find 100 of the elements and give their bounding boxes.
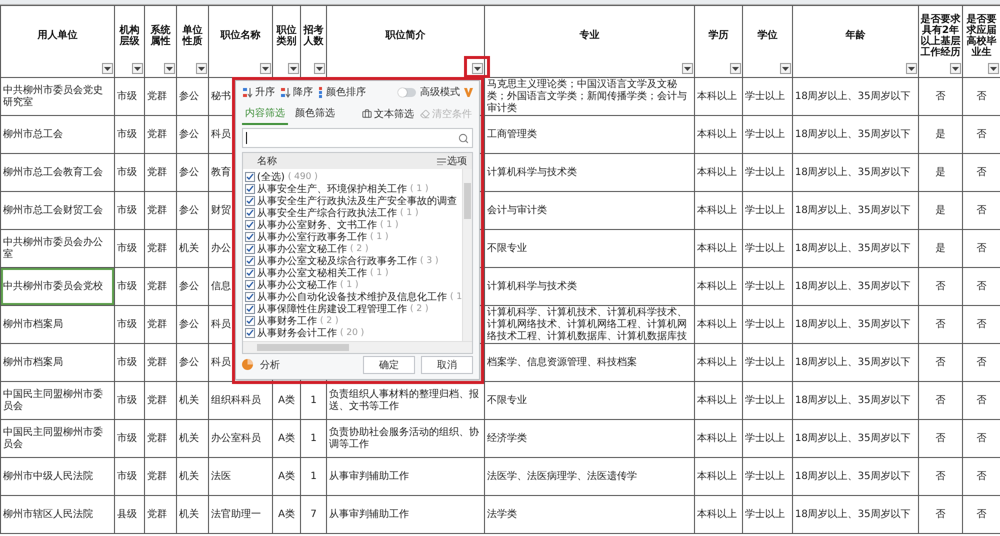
checkbox[interactable] xyxy=(245,292,255,302)
table-cell[interactable]: 是 xyxy=(918,116,962,154)
table-cell[interactable]: 本科以上 xyxy=(694,78,742,116)
table-cell[interactable]: 党群 xyxy=(144,230,176,268)
table-cell[interactable]: 党群 xyxy=(144,382,176,420)
table-cell[interactable]: 学士以上 xyxy=(742,420,792,458)
filter-option[interactable]: 从事安全生产综合行政执法工作 ( 1 ) xyxy=(243,207,462,219)
table-cell[interactable]: 机关 xyxy=(176,458,208,496)
table-cell[interactable]: 是 xyxy=(918,154,962,192)
table-cell[interactable]: 会计与审计类 xyxy=(484,192,694,230)
table-cell[interactable]: 学士以上 xyxy=(742,268,792,306)
table-cell[interactable]: 柳州市总工会财贸工会 xyxy=(0,192,114,230)
table-cell[interactable]: 7 xyxy=(300,496,326,534)
toggle-switch[interactable] xyxy=(398,88,416,96)
filter-dropdown-button[interactable] xyxy=(164,63,175,74)
table-cell[interactable]: 负责组织人事材料的整理归档、报送、文书等工作 xyxy=(326,382,484,420)
filter-dropdown-button[interactable] xyxy=(132,63,143,74)
table-cell[interactable]: 学士以上 xyxy=(742,116,792,154)
table-cell[interactable]: 党群 xyxy=(144,458,176,496)
search-field[interactable] xyxy=(242,128,473,148)
table-cell[interactable]: 机关 xyxy=(176,496,208,534)
table-cell[interactable]: 市级 xyxy=(114,78,144,116)
table-cell[interactable]: 学士以上 xyxy=(742,382,792,420)
filter-option[interactable]: 从事办公文秘工作 ( 1 ) xyxy=(243,279,462,291)
checkbox[interactable] xyxy=(245,232,255,242)
scrollbar[interactable] xyxy=(462,169,472,341)
table-cell[interactable]: 学士以上 xyxy=(742,230,792,268)
checkbox[interactable] xyxy=(245,328,255,338)
table-cell[interactable]: 18周岁以上、35周岁以下 xyxy=(792,154,918,192)
table-cell[interactable]: 本科以上 xyxy=(694,382,742,420)
table-cell[interactable]: 18周岁以上、35周岁以下 xyxy=(792,116,918,154)
sort-button[interactable]: 升序 xyxy=(242,85,276,99)
table-cell[interactable]: 否 xyxy=(918,344,962,382)
filter-tab[interactable]: 内容筛选 xyxy=(242,103,288,125)
table-cell[interactable]: 否 xyxy=(918,306,962,344)
dialog-button[interactable]: 确定 xyxy=(363,356,415,374)
table-cell[interactable]: 党群 xyxy=(144,420,176,458)
table-cell[interactable]: 县级 xyxy=(114,496,144,534)
table-cell[interactable]: 中国民主同盟柳州市委员会 xyxy=(0,420,114,458)
table-cell[interactable]: 从事审判辅助工作 xyxy=(326,458,484,496)
table-cell[interactable]: 党群 xyxy=(144,344,176,382)
table-cell[interactable]: 党群 xyxy=(144,268,176,306)
filter-dropdown-button[interactable] xyxy=(950,63,961,74)
table-cell[interactable]: 学士以上 xyxy=(742,192,792,230)
filter-option[interactable]: 从事办公室文秘相关工作 ( 1 ) xyxy=(243,267,462,279)
table-cell[interactable]: 18周岁以上、35周岁以下 xyxy=(792,382,918,420)
table-cell[interactable]: 党群 xyxy=(144,192,176,230)
table-cell[interactable]: 机关 xyxy=(176,230,208,268)
filter-dropdown-button[interactable] xyxy=(196,63,207,74)
table-cell[interactable]: 是 xyxy=(918,230,962,268)
table-cell[interactable]: 市级 xyxy=(114,344,144,382)
checkbox[interactable] xyxy=(245,268,255,278)
table-cell[interactable]: 计算机科学、计算机技术、计算机科学技术、计算机网络技术、计算机网络工程、计算机网络技术工程、计算机数据库、计算机数据库技 xyxy=(484,306,694,344)
table-cell[interactable]: 否 xyxy=(918,382,962,420)
filter-dropdown-button[interactable] xyxy=(780,63,791,74)
table-cell[interactable]: 学士以上 xyxy=(742,306,792,344)
table-cell[interactable]: 本科以上 xyxy=(694,496,742,534)
filter-option[interactable]: 从事安全生产行政执法及生产安全事故的调查 xyxy=(243,195,462,207)
table-cell[interactable]: 本科以上 xyxy=(694,306,742,344)
table-cell[interactable]: 柳州市辖区人民法院 xyxy=(0,496,114,534)
filter-dropdown-button[interactable] xyxy=(288,63,299,74)
table-cell[interactable]: 学士以上 xyxy=(742,344,792,382)
table-cell[interactable]: 经济学类 xyxy=(484,420,694,458)
table-cell[interactable]: 中国民主同盟柳州市委员会 xyxy=(0,382,114,420)
table-cell[interactable]: 否 xyxy=(918,268,962,306)
table-cell[interactable]: 市级 xyxy=(114,230,144,268)
checkbox[interactable] xyxy=(245,184,255,194)
table-cell[interactable]: 学士以上 xyxy=(742,154,792,192)
checkbox[interactable] xyxy=(245,316,255,326)
filter-dropdown-button[interactable] xyxy=(102,63,113,74)
table-cell[interactable]: 是 xyxy=(918,192,962,230)
table-cell[interactable]: 1 xyxy=(300,382,326,420)
table-cell[interactable]: 参公 xyxy=(176,192,208,230)
table-cell[interactable]: A类 xyxy=(272,458,300,496)
table-cell[interactable]: 本科以上 xyxy=(694,192,742,230)
table-cell[interactable]: A类 xyxy=(272,420,300,458)
table-cell[interactable]: 法学类 xyxy=(484,496,694,534)
filter-dropdown-button[interactable] xyxy=(472,63,483,74)
table-cell[interactable]: 参公 xyxy=(176,78,208,116)
table-cell[interactable]: 中共柳州市委员会党校 xyxy=(0,268,114,306)
table-cell[interactable]: 学士以上 xyxy=(742,496,792,534)
table-cell[interactable]: 柳州市档案局 xyxy=(0,306,114,344)
checkbox[interactable] xyxy=(245,196,255,206)
filter-option[interactable]: 从事保障性住房建设工程管理工作 ( 2 ) xyxy=(243,303,462,315)
filter-option[interactable]: 从事财务会计工作 ( 20 ) xyxy=(243,327,462,339)
table-cell[interactable]: 18周岁以上、35周岁以下 xyxy=(792,192,918,230)
filter-option[interactable]: 从事财务工作 ( 2 ) xyxy=(243,315,462,327)
checkbox[interactable] xyxy=(245,244,255,254)
table-cell[interactable]: 市级 xyxy=(114,458,144,496)
table-cell[interactable]: 市级 xyxy=(114,382,144,420)
table-cell[interactable]: 参公 xyxy=(176,306,208,344)
table-cell[interactable]: 市级 xyxy=(114,154,144,192)
table-cell[interactable]: 本科以上 xyxy=(694,154,742,192)
filter-action[interactable]: 文本筛选 xyxy=(361,103,415,125)
table-cell[interactable]: 参公 xyxy=(176,154,208,192)
checkbox[interactable] xyxy=(245,208,255,218)
filter-option[interactable]: (全选) ( 490 ) xyxy=(243,171,462,183)
filter-option[interactable]: 从事办公室文秘及综合行政事务工作 ( 3 ) xyxy=(243,255,462,267)
filter-dropdown-button[interactable] xyxy=(730,63,741,74)
table-cell[interactable]: 法医学、法医病理学、法医遗传学 xyxy=(484,458,694,496)
